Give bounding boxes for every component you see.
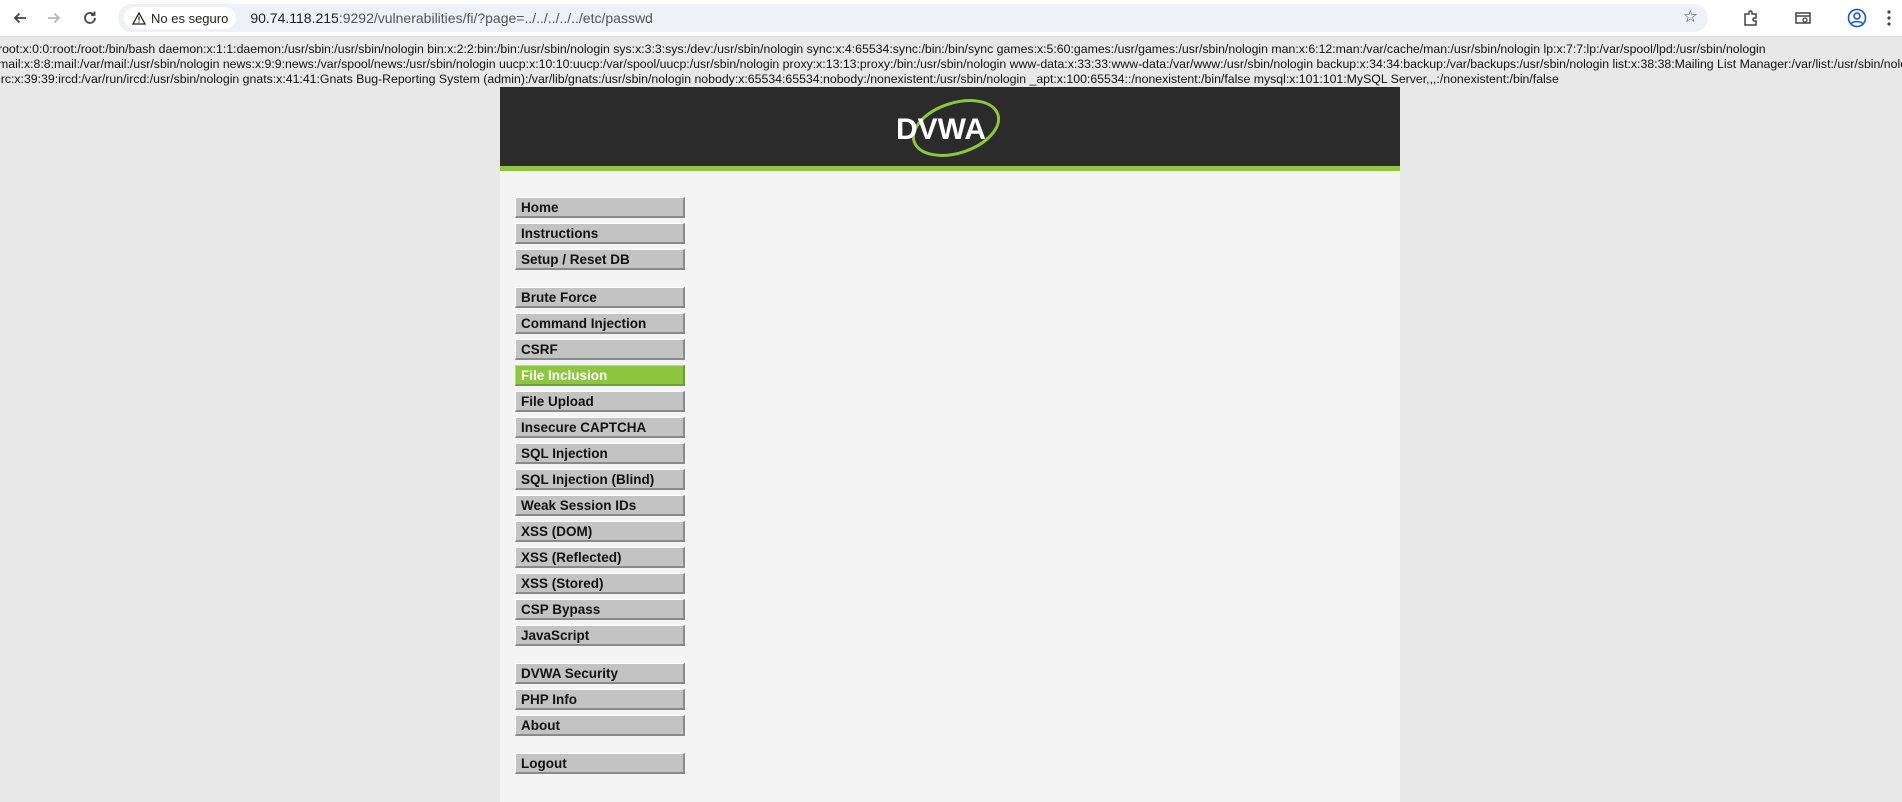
passwd-line: irc:x:39:39:ircd:/var/run/ircd:/usr/sbin… [0,72,1559,86]
bookmark-star-icon[interactable]: ☆ [1683,7,1698,27]
logo-text: DVWA [896,113,986,146]
menu-item-instructions[interactable]: Instructions [515,223,685,244]
menu-item-insecure-captcha[interactable]: Insecure CAPTCHA [515,417,685,438]
back-arrow-icon[interactable] [8,6,32,30]
menu-item-home[interactable]: Home [515,197,685,218]
menu-item-file-upload[interactable]: File Upload [515,391,685,412]
profile-avatar-icon[interactable] [1844,6,1870,30]
url-path: :9292/vulnerabilities/fi/?page=../../../… [338,10,653,26]
browser-menu-icon[interactable] [1880,6,1898,30]
menu-item-dvwa-security[interactable]: DVWA Security [515,663,685,684]
menu-item-sql-injection-blind[interactable]: SQL Injection (Blind) [515,469,685,490]
main-menu: Home Instructions Setup / Reset DB Brute… [515,197,685,791]
menu-item-csp-bypass[interactable]: CSP Bypass [515,599,685,620]
menu-item-setup[interactable]: Setup / Reset DB [515,249,685,270]
menu-item-command-injection[interactable]: Command Injection [515,313,685,334]
reload-icon[interactable] [78,6,102,30]
passwd-line: root:x:0:0:root:/root:/bin/bash daemon:x… [0,42,1766,56]
dvwa-container: DVWA Home Instructions Setup / Reset DB … [500,87,1400,802]
security-indicator[interactable]: No es seguro [124,7,237,29]
url-host: 90.74.118.215 [250,10,339,26]
menu-item-weak-session-ids[interactable]: Weak Session IDs [515,495,685,516]
forward-arrow-icon[interactable] [42,6,66,30]
menu-item-logout[interactable]: Logout [515,753,685,774]
passwd-line: mail:x:8:8:mail:/var/mail:/usr/sbin/nolo… [0,57,1902,71]
warning-icon [132,11,146,25]
included-file-output: root:x:0:0:root:/root:/bin/bash daemon:x… [0,42,1902,87]
security-label: No es seguro [151,10,229,26]
menu-group-vulnerabilities: Brute Force Command Injection CSRF File … [515,287,685,646]
url-text[interactable]: 90.74.118.215:9292/vulnerabilities/fi/?p… [250,10,653,26]
address-bar[interactable]: No es seguro 90.74.118.215:9292/vulnerab… [118,4,1708,32]
menu-item-javascript[interactable]: JavaScript [515,625,685,646]
menu-item-brute-force[interactable]: Brute Force [515,287,685,308]
menu-group-general: Home Instructions Setup / Reset DB [515,197,685,270]
menu-item-php-info[interactable]: PHP Info [515,689,685,710]
menu-item-csrf[interactable]: CSRF [515,339,685,360]
menu-group-settings: DVWA Security PHP Info About [515,663,685,736]
dvwa-header: DVWA [500,87,1400,171]
dvwa-logo: DVWA [896,99,1001,157]
extensions-icon[interactable] [1738,6,1764,30]
menu-item-xss-stored[interactable]: XSS (Stored) [515,573,685,594]
browser-toolbar: No es seguro 90.74.118.215:9292/vulnerab… [0,0,1902,37]
menu-item-about[interactable]: About [515,715,685,736]
menu-item-sql-injection[interactable]: SQL Injection [515,443,685,464]
menu-item-xss-reflected[interactable]: XSS (Reflected) [515,547,685,568]
menu-group-session: Logout [515,753,685,774]
menu-item-file-inclusion[interactable]: File Inclusion [515,365,685,386]
tab-search-icon[interactable] [1790,6,1816,30]
menu-item-xss-dom[interactable]: XSS (DOM) [515,521,685,542]
